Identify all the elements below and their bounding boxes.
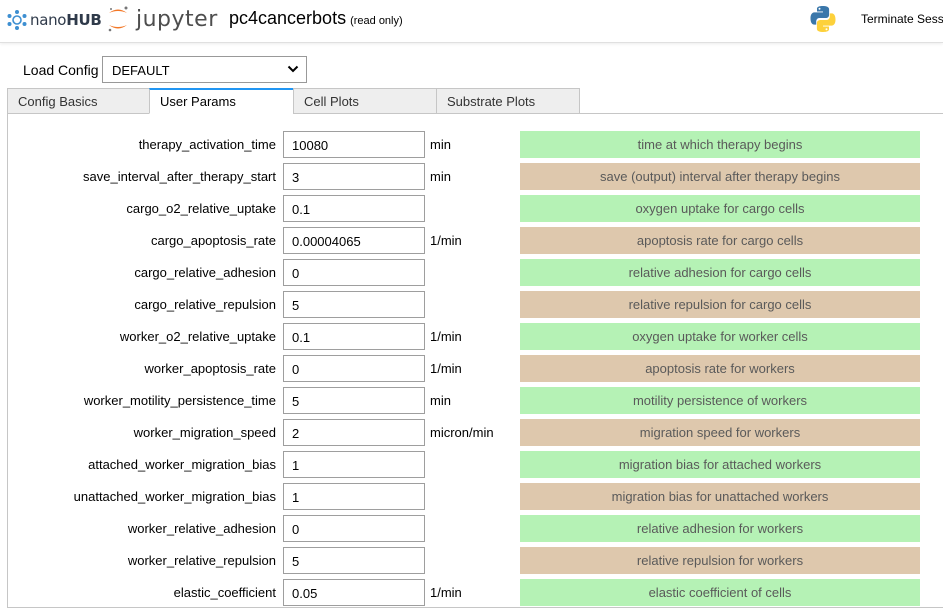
param-label: worker_o2_relative_uptake [119,329,276,344]
nanohub-logo[interactable]: nanoHUB [6,6,102,34]
param-description: apoptosis rate for cargo cells [520,227,920,254]
param-label: cargo_apoptosis_rate [150,233,276,248]
param-input[interactable]: 10080 [283,131,425,158]
param-description: migration bias for unattached workers [520,483,920,510]
param-row: therapy_activation_time 10080 min time at w… [0,131,943,158]
param-input[interactable]: 5 [283,291,425,318]
param-label: attached_worker_migration_bias [88,457,276,472]
param-input[interactable]: 5 [283,387,425,414]
top-header: nanoHUB jupyter pc4cancerbots (read only)… [0,0,943,43]
param-row: elastic_coefficient 0.05 1/min elastic coef… [0,579,943,606]
param-unit: min [430,393,451,408]
param-description: oxygen uptake for worker cells [520,323,920,350]
param-description: relative adhesion for cargo cells [520,259,920,286]
param-row: cargo_relative_repulsion 5 relative repuls… [0,291,943,318]
param-description: elastic coefficient of cells [520,579,920,606]
tab-user-params[interactable]: User Params [149,88,294,114]
python-logo [810,6,836,33]
load-config-label: Load Config [23,62,99,78]
param-description: relative repulsion for cargo cells [520,291,920,318]
jupyter-logo[interactable]: jupyter [106,3,218,35]
param-label: unattached_worker_migration_bias [73,489,276,504]
tab-cell-plots[interactable]: Cell Plots [293,88,437,114]
param-label: cargo_relative_adhesion [134,265,276,280]
param-description: apoptosis rate for workers [520,355,920,382]
param-description: relative repulsion for workers [520,547,920,574]
notebook-name: pc4cancerbots [229,8,347,28]
param-input[interactable]: 5 [283,547,425,574]
nanohub-logo-icon [7,10,27,30]
param-unit: 1/min [430,585,462,600]
param-description: motility persistence of workers [520,387,920,414]
read-only-label: (read only) [350,15,403,27]
param-unit: min [430,137,451,152]
param-unit: 1/min [430,329,462,344]
param-row: worker_relative_repulsion 5 relative repul… [0,547,943,574]
load-config-select[interactable]: DEFAULT [102,56,307,83]
param-input[interactable]: 0.00004065 [283,227,425,254]
param-label: worker_relative_adhesion [127,521,276,536]
param-input[interactable]: 0.1 [283,323,425,350]
param-row: unattached_worker_migration_bias 1 migrati… [0,483,943,510]
param-description: migration bias for attached workers [520,451,920,478]
param-input[interactable]: 3 [283,163,425,190]
param-input[interactable]: 1 [283,451,425,478]
jupyter-logo-icon [108,6,128,32]
tab-substrate-plots[interactable]: Substrate Plots [436,88,580,114]
param-description: save (output) interval after therapy beg… [520,163,920,190]
param-description: relative adhesion for workers [520,515,920,542]
param-description: migration speed for workers [520,419,920,446]
param-label: elastic_coefficient [173,585,276,600]
param-label: cargo_relative_repulsion [134,297,276,312]
param-label: therapy_activation_time [138,137,276,152]
param-row: worker_relative_adhesion 0 relative adhesi… [0,515,943,542]
terminate-session-button[interactable]: Terminate Sess [861,12,943,26]
load-config-value: DEFAULT [112,63,170,78]
param-row: worker_migration_speed 2 micron/min migrati… [0,419,943,446]
nanohub-wordmark: nanoHUB [30,11,102,29]
param-description: oxygen uptake for cargo cells [520,195,920,222]
param-label: worker_apoptosis_rate [144,361,276,376]
param-input[interactable]: 0.05 [283,579,425,606]
param-unit: min [430,169,451,184]
param-row: cargo_relative_adhesion 0 relative adhesio… [0,259,943,286]
param-label: worker_relative_repulsion [127,553,276,568]
param-input[interactable]: 0.1 [283,195,425,222]
notebook-title[interactable]: pc4cancerbots (read only) [229,8,403,29]
tab-config-basics[interactable]: Config Basics [7,88,150,114]
param-unit: 1/min [430,233,462,248]
param-input[interactable]: 0 [283,259,425,286]
param-row: attached_worker_migration_bias 1 migration… [0,451,943,478]
param-input[interactable]: 0 [283,355,425,382]
param-input[interactable]: 2 [283,419,425,446]
param-input[interactable]: 1 [283,483,425,510]
param-unit: micron/min [430,425,494,440]
param-label: save_interval_after_therapy_start [83,169,276,184]
param-label: worker_motility_persistence_time [83,393,276,408]
param-unit: 1/min [430,361,462,376]
param-label: cargo_o2_relative_uptake [126,201,276,216]
param-row: cargo_apoptosis_rate 0.00004065 1/min apopt… [0,227,943,254]
param-label: worker_migration_speed [133,425,276,440]
param-input[interactable]: 0 [283,515,425,542]
param-row: worker_motility_persistence_time 5 min moti… [0,387,943,414]
param-row: worker_apoptosis_rate 0 1/min apoptosis rat… [0,355,943,382]
jupyter-wordmark: jupyter [136,6,218,32]
param-description: time at which therapy begins [520,131,920,158]
param-row: cargo_o2_relative_uptake 0.1 oxygen uptake… [0,195,943,222]
chevron-down-icon [287,65,299,73]
param-row: worker_o2_relative_uptake 0.1 1/min oxygen … [0,323,943,350]
param-row: save_interval_after_therapy_start 3 min sav… [0,163,943,190]
